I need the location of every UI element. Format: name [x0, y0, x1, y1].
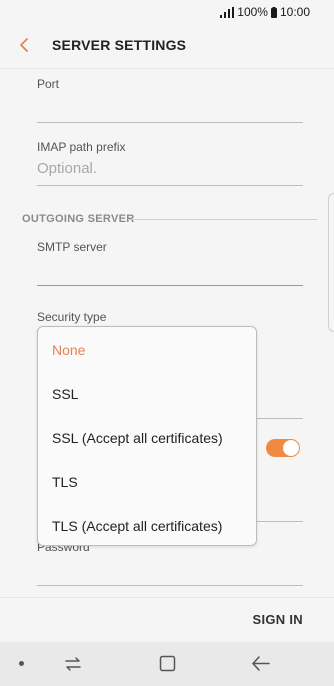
password-input[interactable]: [37, 585, 303, 586]
security-type-dropdown: None SSL SSL (Accept all certificates) T…: [37, 326, 257, 546]
port-label: Port: [37, 77, 60, 91]
screen: 100% 10:00 SERVER SETTINGS Port IMAP pat…: [0, 0, 334, 686]
back-arrow-icon[interactable]: [17, 38, 31, 52]
authentication-toggle[interactable]: [266, 439, 300, 457]
recent-apps-icon[interactable]: [63, 654, 83, 674]
status-bar: 100% 10:00: [0, 0, 334, 24]
imap-prefix-underline: [37, 185, 303, 186]
nav-dot-icon[interactable]: [19, 661, 24, 666]
security-type-label: Security type: [37, 310, 107, 324]
imap-prefix-input[interactable]: Optional.: [37, 160, 97, 177]
navigation-bar: [0, 642, 334, 686]
security-option-tls[interactable]: TLS: [52, 474, 78, 490]
outgoing-server-heading: OUTGOING SERVER: [22, 213, 135, 225]
smtp-server-label: SMTP server: [37, 240, 107, 254]
home-icon[interactable]: [159, 655, 176, 672]
security-type-underline: [257, 418, 303, 419]
nav-back-icon[interactable]: [252, 655, 270, 672]
section-divider: [128, 219, 317, 220]
clock: 10:00: [279, 5, 310, 19]
signal-icon: [220, 6, 235, 18]
footer-divider: [0, 597, 334, 598]
security-option-none[interactable]: None: [52, 342, 85, 358]
battery-percent: 100%: [237, 5, 268, 19]
security-option-ssl-accept-all[interactable]: SSL (Accept all certificates): [52, 430, 223, 446]
username-underline: [257, 521, 303, 522]
scrollbar[interactable]: [328, 193, 334, 332]
sign-in-button[interactable]: SIGN IN: [253, 612, 304, 627]
toggle-knob: [283, 440, 299, 456]
smtp-server-input[interactable]: [37, 285, 303, 286]
header-divider: [0, 68, 334, 69]
security-option-tls-accept-all[interactable]: TLS (Accept all certificates): [52, 518, 222, 534]
imap-prefix-label: IMAP path prefix: [37, 140, 126, 154]
page-title: SERVER SETTINGS: [52, 37, 187, 53]
security-option-ssl[interactable]: SSL: [52, 386, 78, 402]
port-field[interactable]: [37, 122, 303, 123]
app-header: SERVER SETTINGS: [0, 24, 334, 66]
battery-icon: [270, 6, 277, 18]
